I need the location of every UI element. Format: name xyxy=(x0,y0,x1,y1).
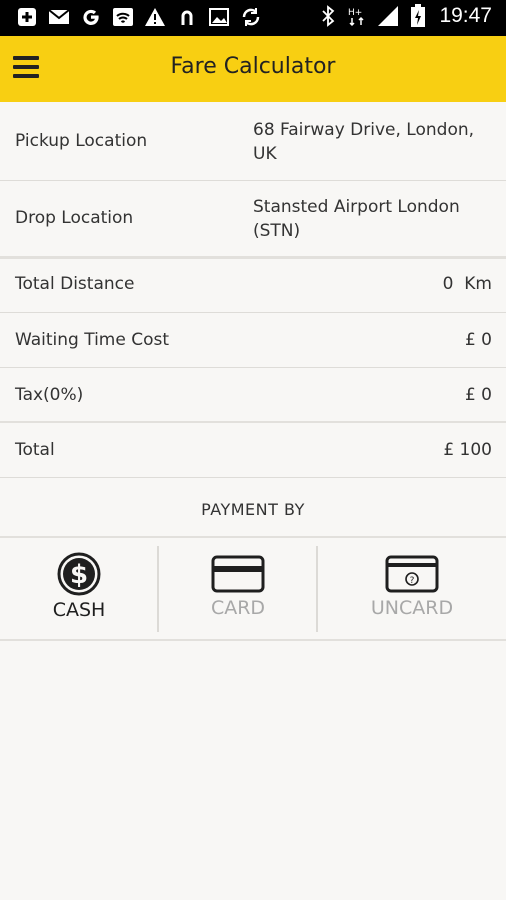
drop-value: Stansted Airport London (STN) xyxy=(253,197,460,241)
waiting-label: Waiting Time Cost xyxy=(15,330,170,350)
distance-row: Total Distance 0 Km xyxy=(0,259,506,313)
tax-label: Tax(0%) xyxy=(15,385,84,405)
warning-icon xyxy=(144,6,166,28)
signal-icon xyxy=(377,5,399,27)
total-row: Total £ 100 xyxy=(0,423,506,478)
svg-text:H+: H+ xyxy=(348,8,362,18)
app-icon xyxy=(176,6,198,28)
sync-icon xyxy=(240,6,262,28)
ht-signal-icon: H+ xyxy=(347,5,369,27)
pickup-label: Pickup Location xyxy=(15,131,148,151)
total-value: £ 100 xyxy=(443,440,492,460)
drop-row[interactable]: Drop Location Stansted Airport London (S… xyxy=(0,181,506,257)
google-icon xyxy=(80,6,102,28)
svg-text:$: $ xyxy=(70,560,88,590)
waiting-value: £ 0 xyxy=(464,330,492,350)
image-icon xyxy=(208,6,230,28)
wifi-icon xyxy=(112,6,134,28)
distance-label: Total Distance xyxy=(15,274,135,294)
clock: 19:47 xyxy=(439,4,492,27)
payment-option-uncard[interactable]: ? UNCARD xyxy=(318,545,506,635)
total-label: Total xyxy=(15,440,55,460)
tax-value: £ 0 xyxy=(464,385,492,405)
page-title: Fare Calculator xyxy=(170,54,336,79)
payment-bottom-divider xyxy=(0,639,506,641)
payment-option-label: UNCARD xyxy=(370,597,454,619)
tax-row: Tax(0%) £ 0 xyxy=(0,368,506,422)
payment-option-card[interactable]: CARD xyxy=(159,545,317,635)
payment-option-cash[interactable]: $ CASH xyxy=(0,545,158,635)
mail-icon xyxy=(48,6,70,28)
pickup-row[interactable]: Pickup Location 68 Fairway Drive, London… xyxy=(0,102,506,181)
distance-value: 0 Km xyxy=(442,274,492,294)
app-bar: Fare Calculator xyxy=(0,36,506,102)
bluetooth-icon xyxy=(317,5,339,27)
battery-icon xyxy=(407,4,429,27)
pickup-value: 68 Fairway Drive, London, UK xyxy=(253,120,475,164)
add-box-icon xyxy=(16,6,38,28)
credit-card-icon xyxy=(211,555,265,597)
waiting-row: Waiting Time Cost £ 0 xyxy=(0,313,506,368)
payment-title: PAYMENT BY xyxy=(201,500,305,519)
payment-option-label: CASH xyxy=(52,599,106,621)
status-bar: H+ 19:47 xyxy=(0,0,506,36)
dollar-circle-icon: $ xyxy=(57,552,101,600)
unknown-card-icon: ? xyxy=(385,555,439,597)
payment-option-label: CARD xyxy=(210,597,266,619)
svg-text:?: ? xyxy=(410,576,415,586)
drop-label: Drop Location xyxy=(15,208,134,228)
payment-top-divider xyxy=(0,536,506,538)
